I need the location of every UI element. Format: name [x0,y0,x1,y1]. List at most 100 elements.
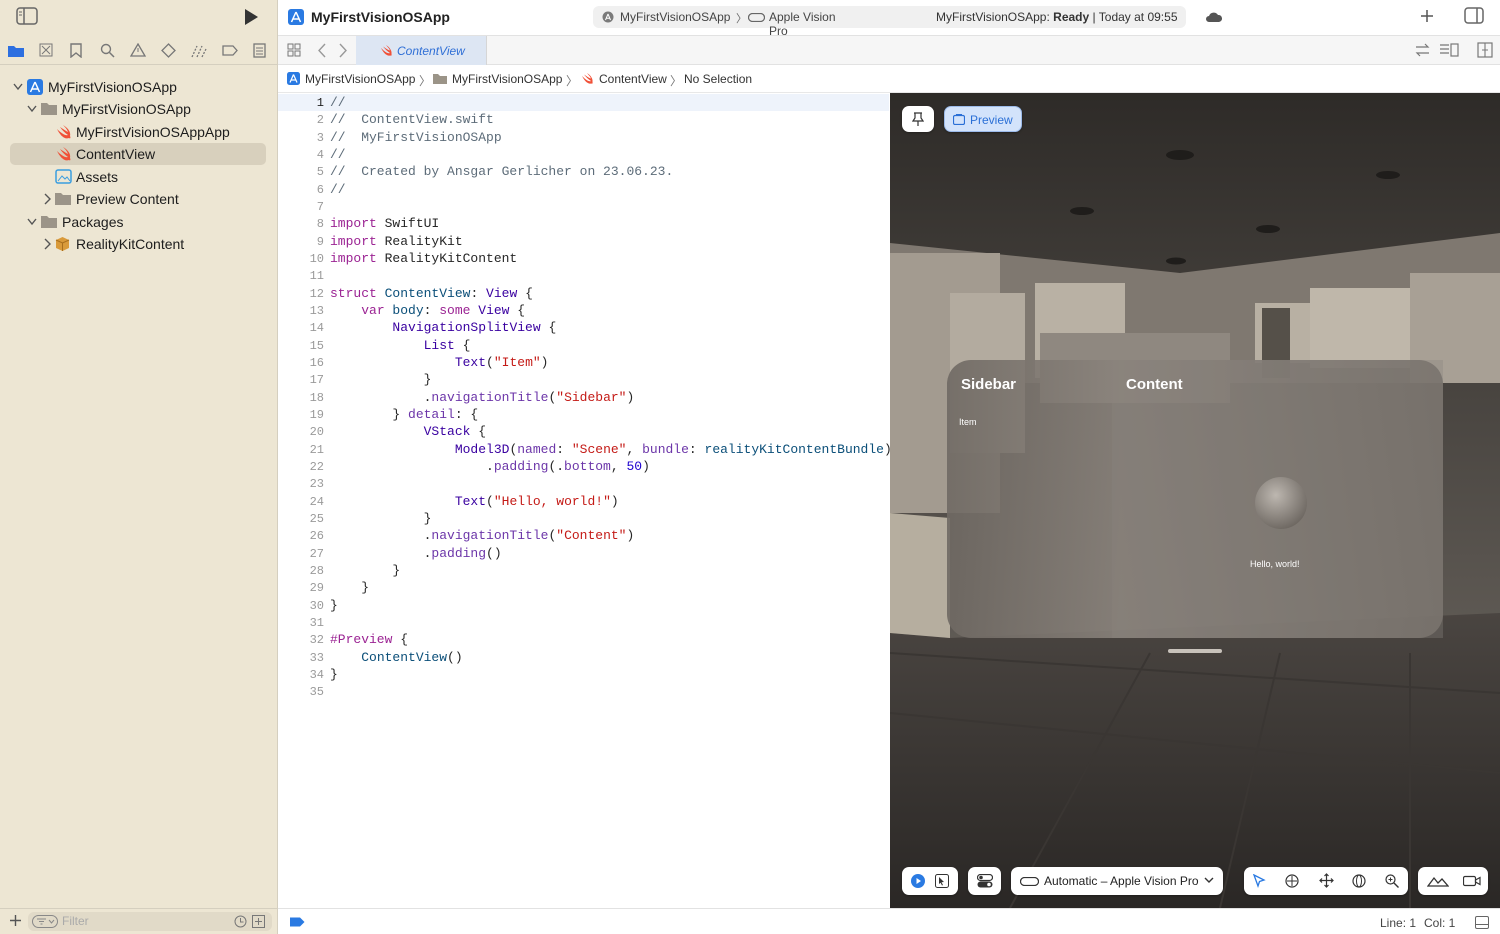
code-line[interactable]: NavigationSplitView { [330,320,556,335]
status-bar: Line: 1 Col: 1 [278,908,1500,934]
breadcrumb-file[interactable]: ContentView [599,72,667,86]
disclosure-open-icon[interactable] [13,76,23,98]
code-line[interactable]: import RealityKit [330,234,463,249]
code-line[interactable]: // [330,147,346,162]
code-line[interactable]: // MyFirstVisionOSApp [330,130,502,145]
tree-item-packages[interactable]: Packages [10,211,266,233]
code-line[interactable]: .navigationTitle("Sidebar") [330,390,635,405]
build-status-state: Ready [1053,10,1090,24]
camera-icon[interactable] [1463,875,1481,887]
variants-button[interactable] [968,867,1001,895]
disclosure-closed-icon[interactable] [42,188,52,210]
sidebar-toggle-icon[interactable] [16,7,38,25]
breadcrumb-group[interactable]: MyFirstVisionOSApp [452,72,562,86]
add-editor-icon[interactable] [1477,42,1493,58]
live-static-toggle[interactable] [902,867,958,895]
add-library-icon[interactable] [1420,9,1434,23]
filter-options-icon[interactable] [32,915,58,928]
code-line[interactable]: } [330,667,338,682]
disclosure-open-icon[interactable] [27,98,37,120]
code-line[interactable]: .padding(.bottom, 50) [330,459,650,474]
editor-options-icon[interactable] [1439,43,1459,57]
swap-editor-icon[interactable] [1415,43,1430,57]
code-line[interactable]: List { [330,338,471,353]
pan-mode-icon[interactable] [1319,873,1334,888]
forward-icon[interactable] [338,43,347,58]
live-preview-icon[interactable] [911,874,925,888]
filter-field[interactable]: Filter [28,912,272,931]
recent-files-icon[interactable] [234,915,247,928]
selectable-mode-icon[interactable] [935,874,949,888]
tree-item-file-selected[interactable]: ContentView [10,143,266,165]
code-line[interactable]: import SwiftUI [330,216,439,231]
breakpoint-navigator-icon[interactable] [222,45,238,56]
add-icon[interactable] [9,914,22,927]
window-sidebar-title: Sidebar [961,376,1017,393]
line-number: 17 [309,373,324,387]
code-line[interactable]: } detail: { [330,407,478,422]
inspector-toggle-icon[interactable] [1464,7,1484,24]
zoom-mode-icon[interactable] [1385,874,1399,888]
tree-item-file[interactable]: MyFirstVisionOSAppApp [10,121,266,143]
source-control-filter-icon[interactable] [252,915,265,928]
scheme-selector[interactable]: MyFirstVisionOSApp 〉 Apple Vision Pro [596,6,856,38]
code-line[interactable]: // ContentView.swift [330,112,494,127]
orbit-mode-icon[interactable] [1352,874,1366,888]
code-line[interactable]: } [330,598,338,613]
source-control-navigator-icon[interactable] [39,43,53,57]
breadcrumb-project[interactable]: MyFirstVisionOSApp [305,72,415,86]
debug-navigator-icon[interactable] [191,43,207,58]
code-line[interactable]: } [330,580,369,595]
report-navigator-icon[interactable] [253,43,266,58]
tree-item-assets[interactable]: Assets [10,166,266,188]
preview-canvas[interactable]: Sidebar Item Content Hello, world! Previ… [890,93,1500,908]
code-line[interactable]: Model3D(named: "Scene", bundle: realityK… [330,442,892,457]
device-selector[interactable]: Automatic – Apple Vision Pro [1011,867,1223,895]
code-line[interactable]: Text("Hello, world!") [330,494,619,509]
scheme-icon [602,11,614,23]
code-line[interactable]: #Preview { [330,632,408,647]
tree-item-folder[interactable]: Preview Content [10,188,266,210]
tree-item-group[interactable]: MyFirstVisionOSApp [10,98,266,120]
code-line[interactable]: } [330,563,400,578]
issue-navigator-icon[interactable] [130,43,146,57]
window-sidebar-item[interactable]: Item [959,417,977,427]
run-icon[interactable] [243,8,259,26]
code-line[interactable]: .padding() [330,546,502,561]
disclosure-open-icon[interactable] [27,211,37,233]
code-line[interactable]: struct ContentView: View { [330,286,533,301]
tree-item-project[interactable]: MyFirstVisionOSApp [10,76,266,98]
code-line[interactable]: var body: some View { [330,303,525,318]
code-line[interactable]: // Created by Ansgar Gerlicher on 23.06.… [330,164,673,179]
test-navigator-icon[interactable] [161,43,176,58]
line-number: 24 [309,495,324,509]
rotate-mode-icon[interactable] [1285,874,1299,888]
tab-contentview[interactable]: ContentView [356,36,487,65]
code-line[interactable]: import RealityKitContent [330,251,517,266]
environment-icon[interactable] [1427,875,1449,887]
code-line[interactable]: Text("Item") [330,355,549,370]
project-navigator-icon[interactable] [8,44,24,57]
tap-mode-icon[interactable] [1252,874,1266,888]
code-line[interactable]: .navigationTitle("Content") [330,528,635,543]
preview-mode-button[interactable]: Preview [944,106,1022,132]
code-line[interactable]: // [330,95,346,110]
code-line[interactable]: // [330,182,346,197]
breakpoints-toggle-icon[interactable] [289,917,305,927]
pin-preview-button[interactable] [902,106,934,132]
code-line[interactable]: ContentView() [330,650,462,665]
bookmark-navigator-icon[interactable] [70,43,82,58]
code-line[interactable]: VStack { [330,424,486,439]
related-items-icon[interactable] [287,43,301,57]
cloud-status-icon[interactable] [1206,11,1222,22]
code-line[interactable]: } [330,511,432,526]
code-line[interactable]: } [330,372,432,387]
debug-area-toggle-icon[interactable] [1475,916,1489,929]
tab-bar: ContentView [278,36,1500,65]
breadcrumb-symbol[interactable]: No Selection [684,72,752,86]
back-icon[interactable] [318,43,327,58]
source-editor[interactable]: 1 2 3 4 5 6 7 8 9 10 11 12 13 14 15 16 1… [278,93,892,908]
disclosure-closed-icon[interactable] [42,233,52,255]
tree-item-package[interactable]: RealityKitContent [10,233,266,255]
find-navigator-icon[interactable] [100,43,115,58]
